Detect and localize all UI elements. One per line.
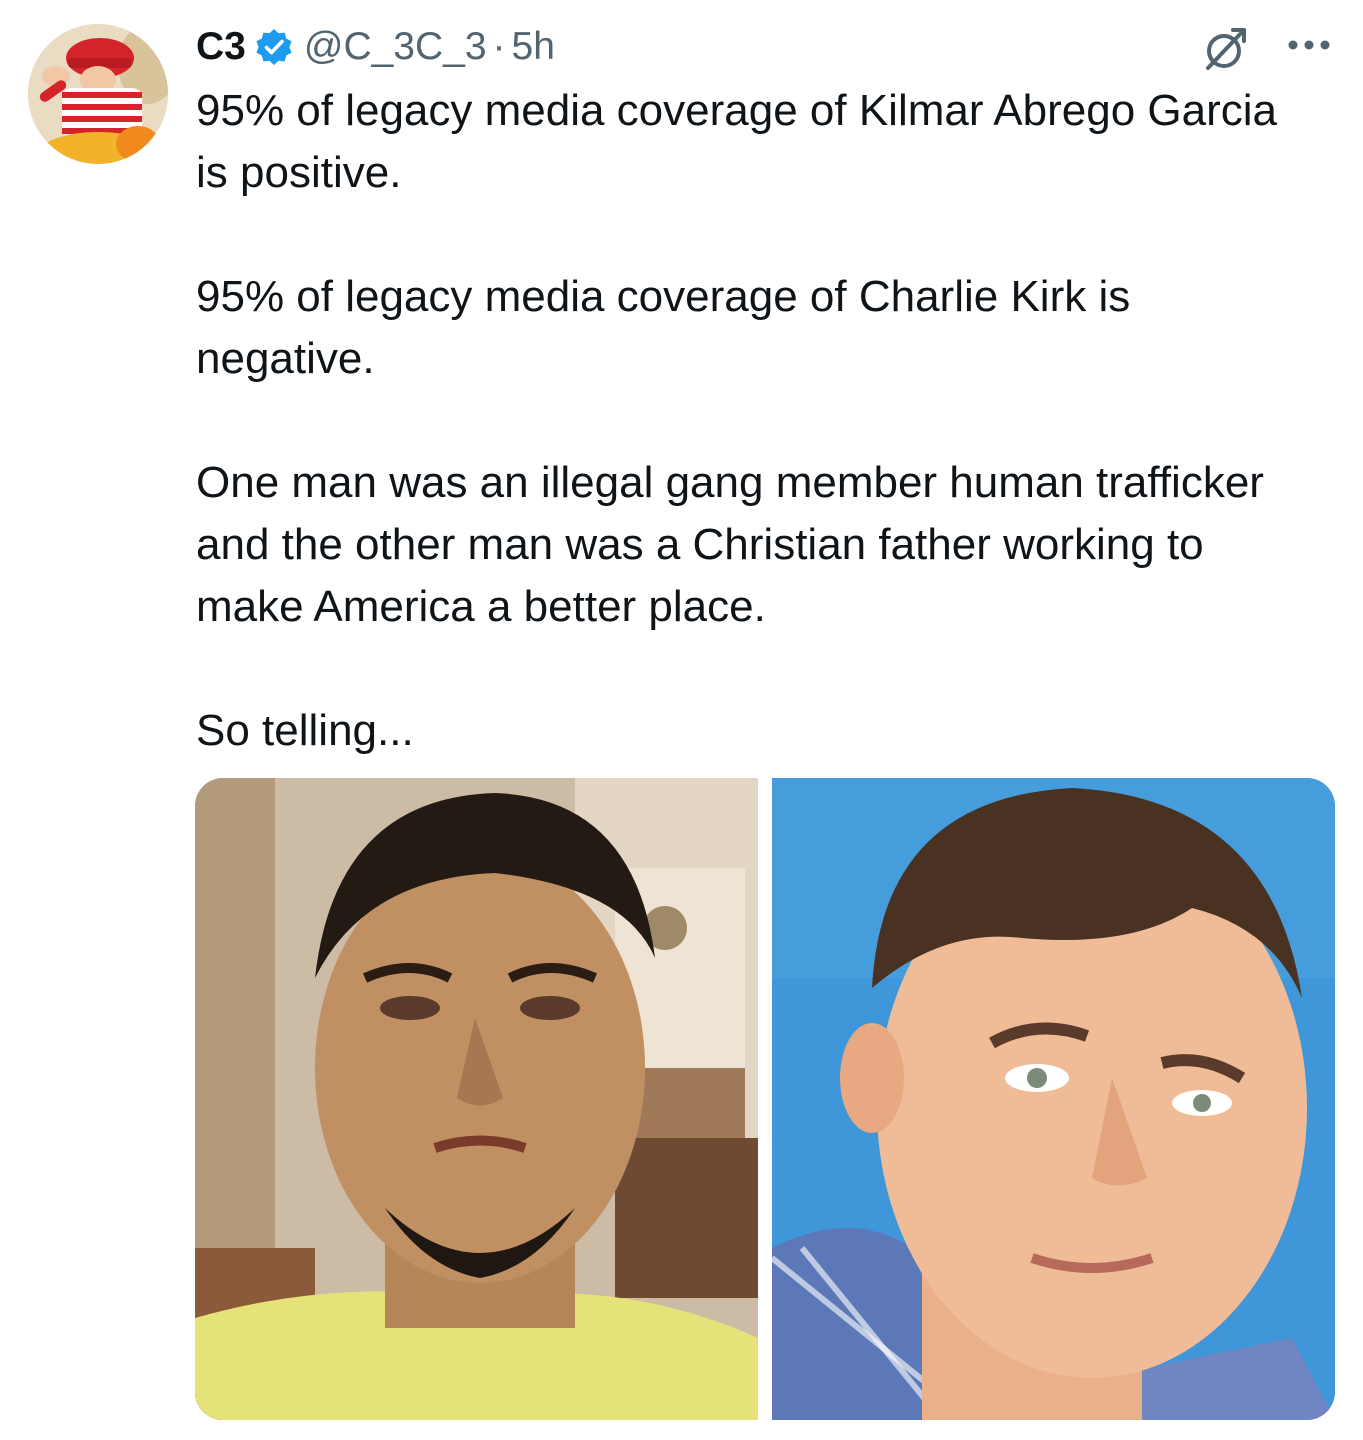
tweet-timestamp[interactable]: 5h	[512, 25, 555, 69]
tweet-paragraph: 95% of legacy media coverage of Kilmar A…	[196, 86, 1278, 197]
author-name[interactable]: C3	[196, 25, 246, 69]
author-handle[interactable]: @C_3C_3	[304, 25, 487, 69]
tweet-paragraph: 95% of legacy media coverage of Charlie …	[196, 272, 1131, 383]
tweet-paragraph: So telling...	[196, 706, 414, 755]
verified-badge-icon	[254, 27, 294, 67]
header-separator: ·	[492, 25, 506, 68]
tweet-paragraph: One man was an illegal gang member human…	[196, 458, 1264, 631]
more-options-icon[interactable]	[1286, 36, 1332, 54]
tweet-media-grid	[195, 778, 1335, 1420]
media-photo-left[interactable]	[195, 778, 758, 1420]
tweet-text: 95% of legacy media coverage of Kilmar A…	[196, 80, 1306, 762]
tweet-header: C3 @C_3C_3 · 5h	[196, 22, 555, 72]
author-avatar[interactable]	[28, 24, 168, 164]
grok-icon[interactable]	[1200, 24, 1250, 74]
media-photo-right[interactable]	[772, 778, 1335, 1420]
